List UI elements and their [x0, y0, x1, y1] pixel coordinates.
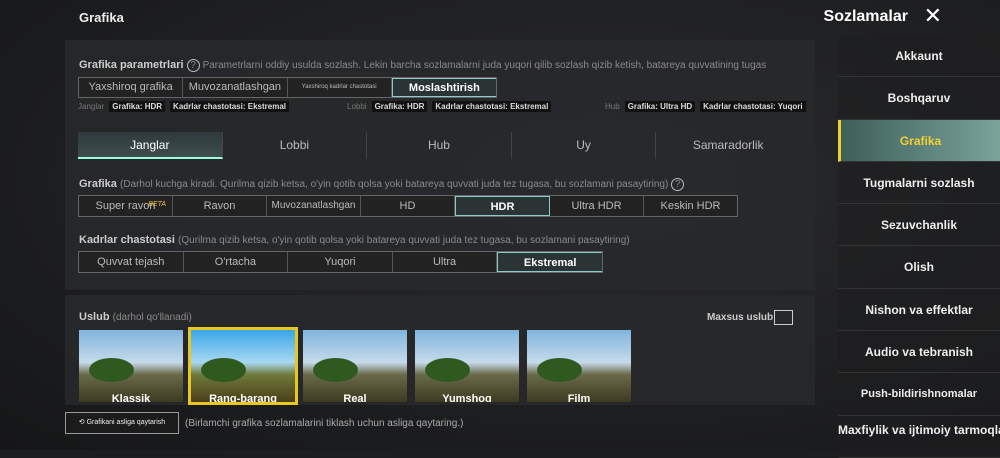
fps-option[interactable]: O'rtacha — [184, 252, 289, 272]
graphics-option[interactable]: Keskin HDR — [644, 196, 737, 216]
fps-option[interactable]: Ultra — [393, 252, 498, 272]
settings-title: Sozlamalar — [823, 8, 908, 25]
sidebar-item-audio[interactable]: Audio va tebranish — [838, 331, 1000, 374]
tab-janglar[interactable]: Janglar — [78, 132, 223, 159]
help-icon[interactable]: ? — [186, 59, 200, 72]
sidebar-item-boshqaruv[interactable]: Boshqaruv — [838, 77, 1000, 120]
beta-badge: BETA — [148, 201, 166, 208]
params-label: Grafika parametrlari? Parametrlarni oddiy… — [79, 59, 767, 72]
graphics-option[interactable]: HDR — [455, 196, 550, 216]
style-label: Uslub (darhol qo'llanadi) — [79, 311, 192, 323]
sidebar-item-nishon[interactable]: Nishon va effektlar — [838, 288, 1000, 332]
fps-option[interactable]: Ekstremal — [497, 252, 602, 272]
sidebar-item-sezuvchanlik[interactable]: Sezuvchanlik — [838, 204, 1000, 247]
sidebar-item-maxfiylik[interactable]: Maxfiylik va ijtimoiy tarmoqlar — [838, 415, 1000, 458]
graphics-option[interactable]: Muvozanatlashgan — [267, 196, 361, 216]
help-icon[interactable]: ? — [671, 178, 685, 191]
close-icon[interactable]: ✕ — [924, 5, 942, 27]
style-thumb[interactable]: Klassik — [79, 330, 183, 402]
header: Grafika Sozlamalar ✕ — [0, 0, 1000, 35]
mode-tabs: Janglar Lobbi Hub Uy Samaradorlik — [78, 132, 800, 159]
sidebar-item-akkaunt[interactable]: Akkaunt — [838, 35, 1000, 78]
preset-selector: Yaxshiroq grafika Muvozanatlashgan Yaxsh… — [78, 77, 497, 98]
fps-option[interactable]: Quvvat tejash — [79, 252, 184, 272]
sidebar-item-olish[interactable]: Olish — [838, 246, 1000, 289]
style-thumb[interactable]: Yumshoq — [415, 330, 519, 402]
style-thumb[interactable]: Rang-barang — [188, 327, 298, 405]
graphics-label: Grafika (Darhol kuchga kiradi. Qurilma q… — [79, 178, 687, 191]
preset-option[interactable]: Moslashtirish — [391, 78, 496, 97]
sidebar-item-push[interactable]: Push-bildirishnomalar — [838, 373, 1000, 416]
style-thumb[interactable]: Real — [303, 330, 407, 402]
preset-option[interactable]: Yaxshiroq grafika — [79, 78, 184, 97]
fps-option[interactable]: Yuqori — [288, 252, 393, 272]
settings-sidebar: Akkaunt Boshqaruv Grafika Tugmalarni soz… — [838, 35, 1000, 458]
tab-samaradorlik[interactable]: Samaradorlik — [656, 132, 800, 159]
graphics-quality-selector: Super ravon BETA Ravon Muvozanatlashgan H… — [78, 195, 738, 217]
preset-option[interactable]: Yaxshiroq kadrlar chastotasi — [288, 78, 392, 97]
custom-style-checkbox[interactable] — [774, 310, 793, 325]
sidebar-item-grafika[interactable]: Grafika — [838, 119, 1000, 162]
style-options: Klassik Rang-barang Real Yumshoq Film — [79, 327, 631, 405]
preset-option[interactable]: Muvozanatlashgan — [183, 78, 288, 97]
fps-label: Kadrlar chastotasi (Qurilma qizib ketsa,… — [79, 234, 630, 246]
summary-lobbi: Lobbi Grafika: HDR Kadrlar chastotasi: Eks… — [347, 101, 552, 112]
tab-uy[interactable]: Uy — [512, 132, 657, 159]
graphics-option[interactable]: Ravon — [173, 196, 267, 216]
graphics-option[interactable]: Ultra HDR — [550, 196, 644, 216]
page-title: Grafika — [79, 10, 124, 25]
summary-janglar: Janglar Grafika: HDR Kadrlar chastotasi: E… — [78, 101, 289, 112]
sidebar-item-tugmalar[interactable]: Tugmalarni sozlash — [838, 161, 1000, 205]
graphics-option[interactable]: Super ravon BETA — [79, 196, 173, 216]
reset-graphics-button[interactable]: ⟲ Grafikani asliga qaytarish — [65, 412, 179, 434]
tab-hub[interactable]: Hub — [367, 132, 512, 159]
fps-selector: Quvvat tejash O'rtacha Yuqori Ultra Ekst… — [78, 251, 603, 273]
custom-style-label: Maxsus uslub — [707, 312, 774, 323]
style-thumb[interactable]: Film — [527, 330, 631, 402]
reset-hint: (Birlamchi grafika sozlamalarini tiklash… — [185, 418, 464, 429]
tab-lobbi[interactable]: Lobbi — [223, 132, 368, 159]
graphics-option[interactable]: HD — [361, 196, 455, 216]
summary-hub: Hub Grafika: Ultra HD Kadrlar chastotasi: … — [605, 101, 806, 112]
